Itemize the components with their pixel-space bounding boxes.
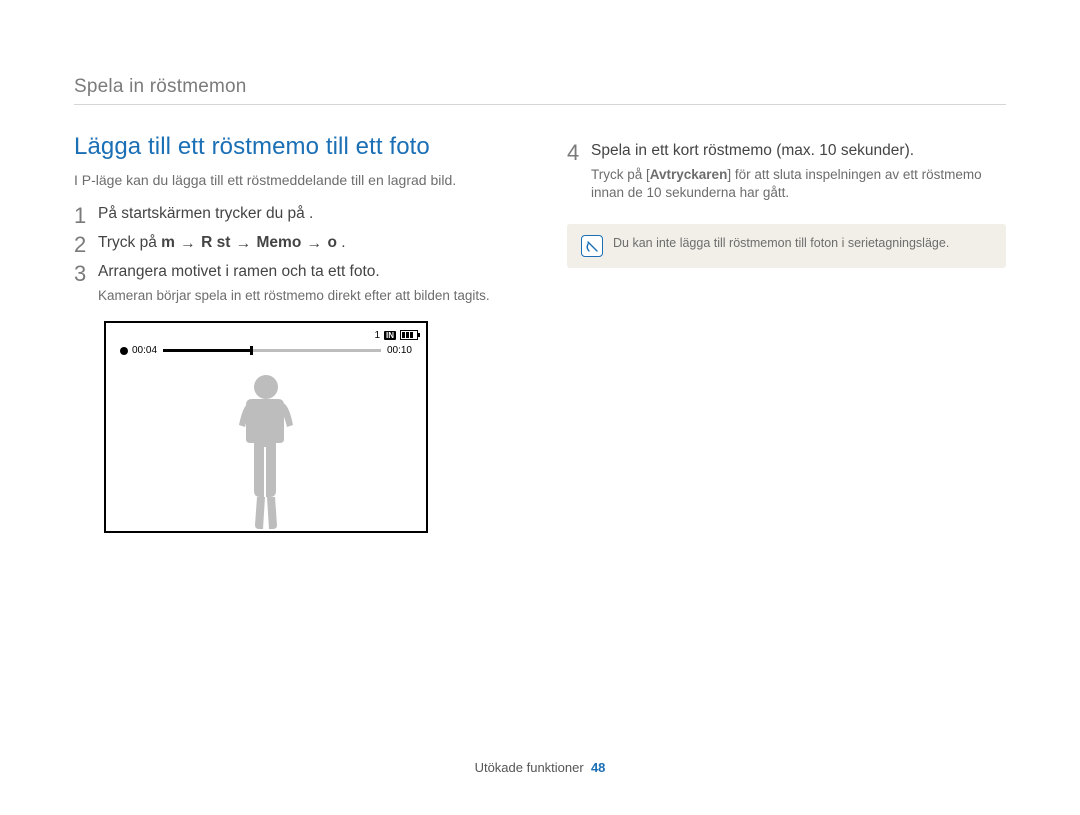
arrow-icon: → — [235, 234, 253, 255]
step-1-text: På startskärmen trycker du på — [98, 205, 305, 222]
arrow-icon: → — [306, 234, 324, 255]
progress-bar — [163, 349, 381, 352]
step-2-prefix: Tryck på — [98, 234, 161, 251]
footer-section: Utökade funktioner — [475, 760, 584, 775]
record-dot-icon — [120, 347, 128, 355]
step-text: Arrangera motivet i ramen och ta ett fot… — [98, 262, 513, 305]
step-2-trail: . — [341, 234, 345, 251]
step-4-note: Tryck på [Avtryckaren] för att sluta ins… — [591, 166, 1006, 202]
step-4-note-bold: Avtryckaren — [650, 167, 728, 182]
page-footer: Utökade funktioner 48 — [0, 760, 1080, 775]
info-note: Du kan inte lägga till röstmemon till fo… — [567, 224, 1006, 268]
menu-m: m — [161, 233, 175, 254]
step-3: 3 Arrangera motivet i ramen och ta ett f… — [74, 262, 513, 305]
menu-memo: Memo — [257, 233, 302, 254]
camera-status-bar: 1 IN — [114, 328, 418, 342]
step-number: 4 — [567, 141, 591, 164]
manual-page: Spela in röstmemon Lägga till ett röstme… — [0, 0, 1080, 815]
right-column: 4 Spela in ett kort röstmemo (max. 10 se… — [567, 133, 1006, 533]
divider — [74, 104, 1006, 105]
step-text: Spela in ett kort röstmemo (max. 10 seku… — [591, 141, 1006, 202]
camera-shot-count: 1 IN — [374, 330, 418, 341]
step-number: 2 — [74, 233, 98, 256]
total-time: 00:10 — [387, 345, 412, 356]
step-number: 3 — [74, 262, 98, 285]
menu-rst: R st — [201, 233, 230, 254]
storage-in-badge: IN — [384, 331, 396, 340]
info-icon — [581, 235, 603, 257]
intro-text: I P-läge kan du lägga till ett röstmedde… — [74, 171, 513, 190]
left-column: Lägga till ett röstmemo till ett foto I … — [74, 133, 513, 533]
step-number: 1 — [74, 204, 98, 227]
content-columns: Lägga till ett röstmemo till ett foto I … — [74, 133, 1006, 533]
camera-preview: 1 IN 00:04 00:10 — [104, 321, 428, 533]
step-4-text: Spela in ett kort röstmemo (max. 10 seku… — [591, 141, 1006, 162]
step-2: 2 Tryck på m → R st → Memo → o . — [74, 233, 513, 256]
elapsed-time: 00:04 — [132, 345, 157, 356]
step-text: Tryck på m → R st → Memo → o . — [98, 233, 513, 254]
step-3-note: Kameran börjar spela in ett röstmemo dir… — [98, 287, 513, 305]
section-title: Lägga till ett röstmemo till ett foto — [74, 133, 513, 161]
step-1: 1 På startskärmen trycker du på . — [74, 204, 513, 227]
info-note-text: Du kan inte lägga till röstmemon till fo… — [613, 235, 949, 252]
step-4: 4 Spela in ett kort röstmemo (max. 10 se… — [567, 141, 1006, 202]
person-silhouette-icon — [221, 371, 311, 531]
shot-count-value: 1 — [374, 330, 380, 341]
breadcrumb: Spela in röstmemon — [74, 76, 1006, 98]
menu-o: o — [327, 233, 336, 254]
battery-icon — [400, 330, 418, 340]
step-4-note-pre: Tryck på [ — [591, 167, 650, 182]
recording-time-bar: 00:04 00:10 — [120, 345, 412, 356]
footer-page-number: 48 — [591, 760, 605, 775]
arrow-icon: → — [179, 234, 197, 255]
step-3-text: Arrangera motivet i ramen och ta ett fot… — [98, 262, 513, 283]
step-1-trail: . — [305, 205, 314, 222]
step-text: På startskärmen trycker du på . — [98, 204, 513, 225]
